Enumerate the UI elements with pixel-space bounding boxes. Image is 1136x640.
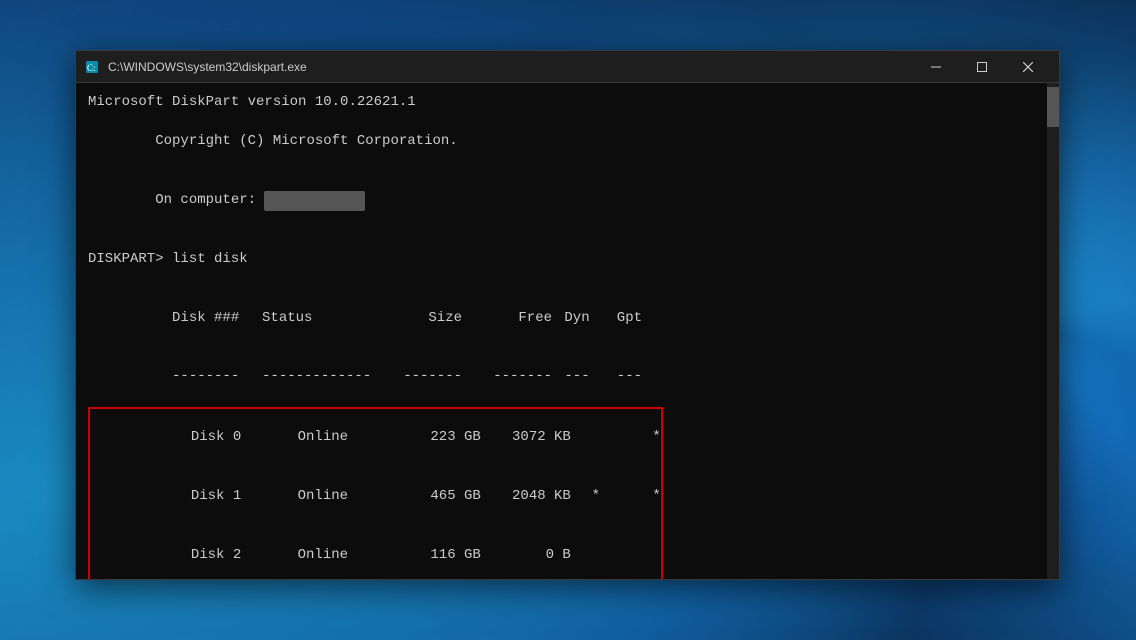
table-separator: ----------------------------------------… bbox=[88, 348, 1035, 407]
line-command: DISKPART> list disk bbox=[88, 250, 1035, 270]
terminal-window: C: C:\WINDOWS\system32\diskpart.exe bbox=[75, 50, 1060, 580]
disk-row-1: Disk 1 Online465 GB2048 KB** bbox=[90, 467, 661, 526]
svg-text:C:: C: bbox=[87, 63, 96, 73]
line-blank1 bbox=[88, 230, 1035, 250]
titlebar-controls bbox=[913, 51, 1051, 83]
scrollbar[interactable] bbox=[1047, 83, 1059, 579]
window-title: C:\WINDOWS\system32\diskpart.exe bbox=[108, 60, 913, 74]
computer-name-redacted bbox=[264, 191, 365, 211]
terminal-content[interactable]: Microsoft DiskPart version 10.0.22621.1 … bbox=[76, 83, 1047, 579]
highlighted-disks: Disk 0 Online223 GB3072 KB * Disk 1 Onli… bbox=[88, 407, 663, 580]
window-icon: C: bbox=[84, 59, 100, 75]
titlebar: C: C:\WINDOWS\system32\diskpart.exe bbox=[76, 51, 1059, 83]
line-computer: On computer: bbox=[88, 171, 1035, 230]
window-body: Microsoft DiskPart version 10.0.22621.1 … bbox=[76, 83, 1059, 579]
minimize-button[interactable] bbox=[913, 51, 959, 83]
scrollbar-thumb[interactable] bbox=[1047, 87, 1059, 127]
close-button[interactable] bbox=[1005, 51, 1051, 83]
maximize-button[interactable] bbox=[959, 51, 1005, 83]
disk-row-0: Disk 0 Online223 GB3072 KB * bbox=[90, 409, 661, 468]
line-blank2 bbox=[88, 269, 1035, 289]
disk-row-2: Disk 2 Online116 GB0 B bbox=[90, 526, 661, 579]
line-copyright: Copyright (C) Microsoft Corporation. bbox=[88, 113, 1035, 172]
line-version: Microsoft DiskPart version 10.0.22621.1 bbox=[88, 93, 1035, 113]
table-header: Disk ###StatusSizeFreeDynGpt bbox=[88, 289, 1035, 348]
